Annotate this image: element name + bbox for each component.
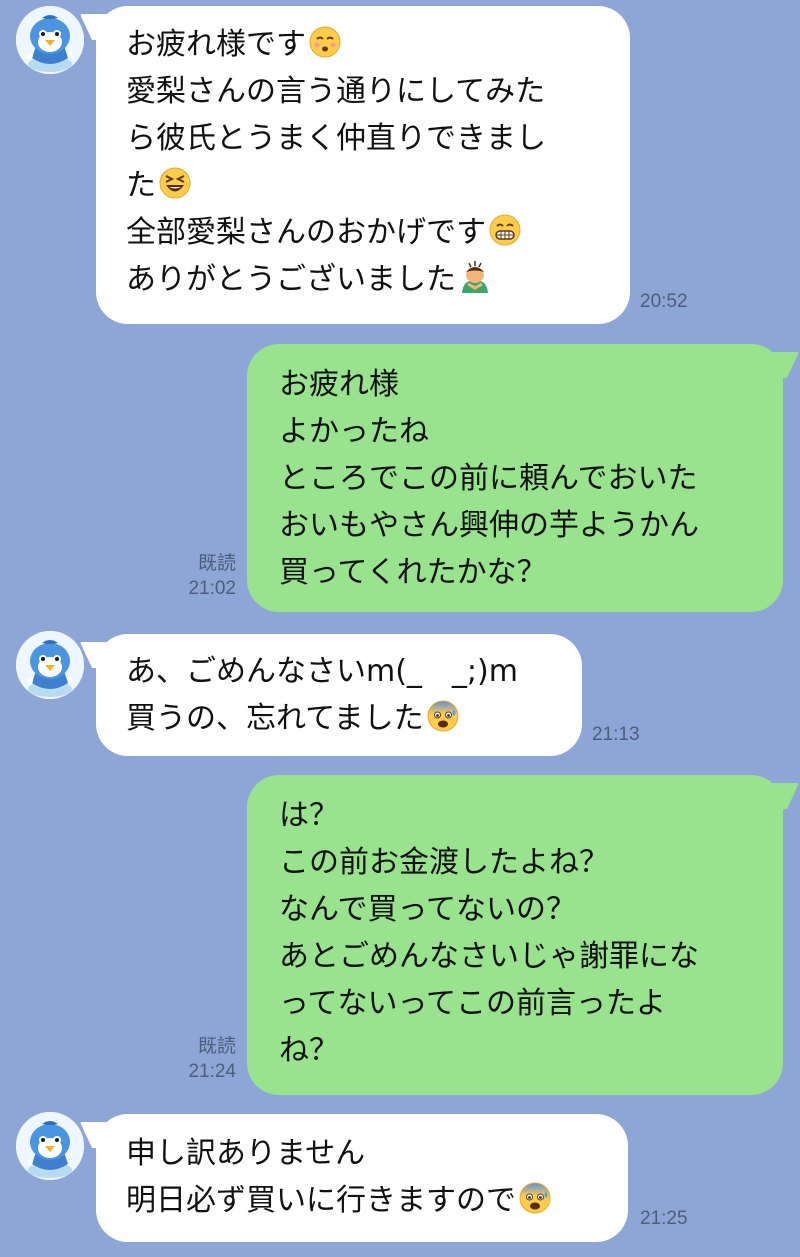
message-line: この前お金渡したよね？ xyxy=(279,845,609,880)
message-line: 全部愛梨さんのおかげです xyxy=(126,209,602,256)
message-line: た xyxy=(126,162,602,209)
message-line: ら彼氏とうまく仲直りできまし xyxy=(126,121,546,156)
bubble-tail xyxy=(79,1122,119,1148)
bubble-tail xyxy=(79,14,119,40)
message-timestamp: 21:02 xyxy=(188,578,236,599)
read-receipt: 既読 xyxy=(197,1036,236,1057)
read-receipt: 既読 xyxy=(197,553,236,574)
bubble-tail xyxy=(79,642,119,668)
message-bubble-incoming[interactable]: お疲れ様です 愛梨さんの言う通りにしてみた ら彼氏とうまく仲直りできまし た 全… xyxy=(79,6,630,324)
message-line: 買うの、忘れてました xyxy=(126,695,560,742)
message-bubble-outgoing[interactable]: お疲れ様 よかったね ところでこの前に頼んでおいた おいもやさん興伸の芋ようかん… xyxy=(247,344,800,612)
message-line: ところでこの前に頼んでおいた xyxy=(279,461,698,496)
message-line: 明日必ず買いに行きますので xyxy=(126,1177,606,1224)
message-line: あとごめんなさいじゃ謝罪にな xyxy=(279,939,699,974)
message-line: ね？ xyxy=(279,1033,339,1068)
kissing-emoji-icon xyxy=(308,25,342,59)
message-line: あ、ごめんなさいm(_ _;)m xyxy=(126,654,518,689)
grinning-emoji-icon xyxy=(488,213,522,247)
penguin-avatar-icon[interactable] xyxy=(16,6,84,74)
message-line: ってないってこの前言ったよ xyxy=(279,986,666,1021)
fearful-emoji-icon xyxy=(518,1181,552,1215)
message-meta: 既読 21:24 xyxy=(170,1034,236,1084)
message-bubble-incoming[interactable]: 申し訳ありません 明日必ず買いに行きますので xyxy=(79,1114,628,1242)
penguin-avatar-icon[interactable] xyxy=(16,631,84,699)
message-timestamp: 20:52 xyxy=(640,291,688,312)
message-line: 申し訳ありません xyxy=(126,1136,366,1171)
message-line: お疲れ様です xyxy=(126,21,602,68)
chat-thread[interactable]: お疲れ様です 愛梨さんの言う通りにしてみた ら彼氏とうまく仲直りできまし た 全… xyxy=(0,0,800,1257)
message-line: おいもやさん興伸の芋ようかん xyxy=(279,508,699,543)
person-bowing-emoji-icon xyxy=(458,260,492,294)
penguin-avatar-icon[interactable] xyxy=(16,1112,84,1180)
bubble-tail xyxy=(760,352,800,378)
message-line: ありがとうございました xyxy=(126,256,602,303)
message-timestamp: 21:13 xyxy=(592,724,640,745)
message-line: 愛梨さんの言う通りにしてみた xyxy=(126,74,546,109)
bubble-tail xyxy=(760,783,800,809)
message-timestamp: 21:24 xyxy=(188,1061,236,1082)
message-bubble-outgoing[interactable]: は？ この前お金渡したよね？ なんで買ってないの？ あとごめんなさいじゃ謝罪にな… xyxy=(247,775,800,1095)
message-timestamp: 21:25 xyxy=(640,1208,688,1229)
message-line: は？ xyxy=(279,798,339,833)
message-line: お疲れ様 xyxy=(279,367,399,402)
message-line: なんで買ってないの？ xyxy=(279,892,576,927)
message-meta: 既読 21:02 xyxy=(170,551,236,601)
laughing-emoji-icon xyxy=(158,166,192,200)
message-line: 買ってくれたかな？ xyxy=(279,555,547,590)
message-line: よかったね xyxy=(279,414,429,449)
message-bubble-incoming[interactable]: あ、ごめんなさいm(_ _;)m 買うの、忘れてました xyxy=(79,634,582,756)
anxious-sweat-emoji-icon xyxy=(426,699,460,733)
